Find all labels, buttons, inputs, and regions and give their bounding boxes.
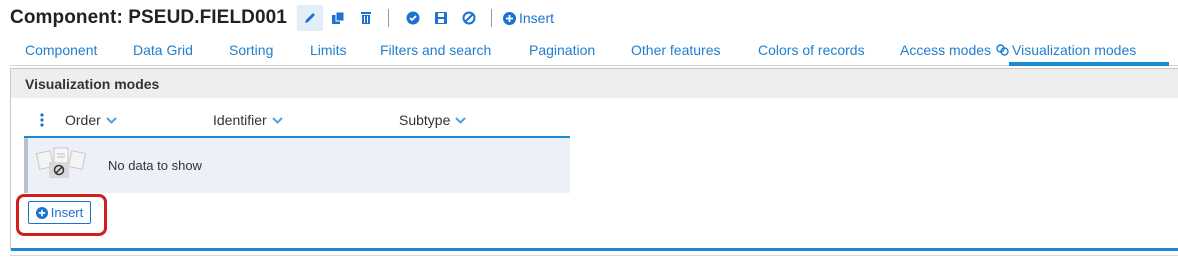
no-data-text: No data to show [108, 158, 202, 173]
title-bar: Component: PSEUD.FIELD001 Insert [10, 4, 554, 32]
visualization-icon [996, 44, 1009, 56]
plus-circle-icon [35, 206, 48, 219]
column-label-order: Order [65, 112, 101, 128]
copy-icon [331, 11, 345, 24]
column-header-order[interactable]: Order [65, 112, 117, 128]
header-insert-label: Insert [518, 10, 554, 26]
tab-sorting[interactable]: Sorting [229, 42, 273, 58]
tab-visualization-modes-label: Visualization modes [1012, 42, 1137, 58]
column-chooser-icon[interactable] [40, 113, 44, 132]
delete-button[interactable] [353, 5, 379, 31]
tab-bar: Component Data Grid Sorting Limits Filte… [10, 36, 1178, 66]
panel-header: Visualization modes [11, 69, 1178, 98]
panel-bottom-border [11, 248, 1178, 251]
copy-button[interactable] [325, 5, 351, 31]
toolbar-separator [490, 9, 492, 27]
column-label-subtype: Subtype [399, 112, 451, 128]
tab-filters-and-search[interactable]: Filters and search [380, 42, 491, 58]
delete-icon [360, 12, 371, 24]
tab-pagination[interactable]: Pagination [529, 42, 595, 58]
active-tab-indicator [1009, 62, 1169, 66]
edit-button[interactable] [296, 5, 323, 31]
page-title: Component: PSEUD.FIELD001 [10, 7, 287, 28]
grid-header: Order Identifier Subtype [24, 102, 570, 138]
confirm-button[interactable] [400, 5, 426, 31]
tab-limits[interactable]: Limits [310, 42, 347, 58]
save-button[interactable] [428, 5, 454, 31]
check-icon [406, 11, 420, 25]
cancel-button[interactable] [456, 5, 482, 31]
panel-title: Visualization modes [25, 76, 160, 92]
tab-other-features[interactable]: Other features [631, 42, 721, 58]
insert-button-label: Insert [50, 205, 84, 220]
grid-empty-body: No data to show [24, 138, 570, 193]
chevron-down-icon [455, 116, 467, 124]
column-header-identifier[interactable]: Identifier [213, 112, 283, 128]
visualization-modes-grid: Order Identifier Subtype No data to show [24, 102, 570, 193]
tab-visualization-modes[interactable]: Visualization modes [996, 42, 1136, 58]
toolbar-separator [387, 9, 389, 27]
plus-circle-icon [502, 11, 516, 25]
chevron-down-icon [106, 116, 117, 124]
tab-colors-of-records[interactable]: Colors of records [758, 42, 865, 58]
column-header-subtype[interactable]: Subtype [399, 112, 467, 128]
tab-component[interactable]: Component [25, 42, 97, 58]
save-icon [434, 12, 447, 24]
column-label-identifier: Identifier [213, 112, 267, 128]
no-data-icon [35, 146, 87, 185]
edit-icon [304, 13, 315, 23]
insert-button[interactable]: Insert [28, 201, 91, 224]
divider [10, 255, 1178, 256]
cancel-icon [462, 11, 476, 25]
header-insert-button[interactable]: Insert [502, 10, 554, 26]
chevron-down-icon [271, 116, 283, 124]
tab-access-modes[interactable]: Access modes [900, 42, 991, 58]
tab-data-grid[interactable]: Data Grid [133, 42, 193, 58]
